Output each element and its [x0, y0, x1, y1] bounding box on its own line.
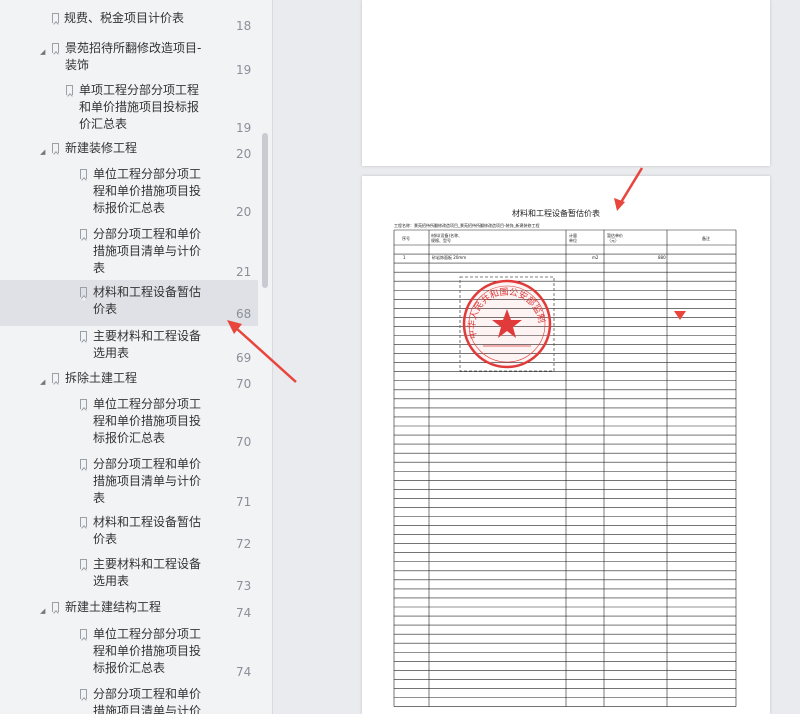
bookmark-title: 单位工程分部分项工 程和单价措施项目投 标报价汇总表 — [93, 167, 202, 215]
bookmark-item[interactable]: 主要材料和工程设备 选用表 69 — [0, 324, 258, 368]
bookmark-item[interactable]: 分部分项工程和单价 措施项目清单与计价表 71 — [0, 452, 258, 512]
bookmark-page-number: 20 — [236, 205, 252, 219]
bookmark-item[interactable]: 材料和工程设备暂估 价表 68 — [0, 280, 258, 326]
document-viewer: 材料和工程设备暂估价表 工程名称：景苑招待所翻修改造项目_景苑招待所翻修改造项目… — [273, 0, 800, 714]
bookmark-page-number: 74 — [236, 606, 252, 620]
bookmark-icon — [80, 287, 87, 297]
bookmark-item[interactable]: 单项工程分部分项工程 和单价措施项目投标报 价汇总表 19 — [0, 78, 258, 138]
bookmark-title: 单位工程分部分项工 程和单价措施项目投 标报价汇总表 — [93, 627, 202, 675]
bookmark-page-number: 20 — [236, 147, 252, 161]
collapse-icon[interactable]: ◢ — [40, 144, 45, 161]
bookmark-item[interactable]: 主要材料和工程设备 选用表 73 — [0, 552, 258, 596]
bookmark-icon — [80, 459, 87, 469]
bookmark-item[interactable]: ◢ 拆除土建工程 70 — [0, 366, 258, 392]
bookmark-page-number: 70 — [236, 435, 252, 449]
bookmark-title: 新建装修工程 — [65, 141, 138, 155]
bookmark-title: 单位工程分部分项工 程和单价措施项目投 标报价汇总表 — [93, 397, 202, 445]
bookmark-page-number: 19 — [236, 121, 252, 135]
bookmark-title: 材料和工程设备暂估 价表 — [93, 285, 202, 316]
bookmark-icon — [52, 43, 59, 53]
bookmark-title: 景苑招待所翻修改造项目- 装饰 — [65, 41, 202, 72]
bookmark-item[interactable]: ◢ 新建土建结构工程 74 — [0, 595, 258, 621]
bookmark-icon — [80, 689, 87, 699]
bookmark-title: 拆除土建工程 — [65, 371, 138, 385]
bookmark-page-number: 74 — [236, 665, 252, 679]
collapse-icon[interactable]: ◢ — [40, 603, 45, 620]
bookmark-item[interactable]: 分部分项工程和单价 措施项目清单与计价 — [0, 682, 258, 714]
bookmark-title: 材料和工程设备暂估 价表 — [93, 515, 202, 546]
bookmark-icon — [80, 559, 87, 569]
bookmark-icon — [52, 602, 59, 612]
bookmark-icon — [66, 85, 73, 95]
bookmark-icon — [80, 331, 87, 341]
bookmark-title: 单项工程分部分项工程 和单价措施项目投标报 价汇总表 — [79, 83, 200, 131]
annotation-overlay — [614, 167, 686, 320]
bookmark-page-number: 71 — [236, 495, 252, 509]
bookmark-item[interactable]: 单位工程分部分项工 程和单价措施项目投 标报价汇总表 20 — [0, 162, 258, 222]
bookmark-title: 新建土建结构工程 — [65, 600, 162, 614]
bookmark-title: 主要材料和工程设备 选用表 — [93, 329, 202, 360]
bookmark-icon — [52, 143, 59, 153]
bookmark-icon — [80, 517, 87, 527]
bookmark-title: 分部分项工程和单价 措施项目清单与计价 — [93, 687, 202, 714]
bookmark-page-number: 68 — [236, 307, 252, 321]
bookmark-item[interactable]: 分部分项工程和单价 措施项目清单与计价表 21 — [0, 222, 258, 282]
bookmark-title: 分部分项工程和单价 措施项目清单与计价表 — [93, 457, 202, 505]
collapse-icon[interactable]: ◢ — [40, 44, 45, 61]
bookmark-item[interactable]: 材料和工程设备暂估 价表 72 — [0, 510, 258, 554]
bookmark-item[interactable]: 单位工程分部分项工 程和单价措施项目投 标报价汇总表 74 — [0, 622, 258, 682]
bookmark-icon — [80, 629, 87, 639]
bookmark-item[interactable]: ◢ 新建装修工程 20 — [0, 136, 258, 162]
bookmark-sidebar: 规费、税金项目计价表 18 ◢ 景苑招待所翻修改造项目- 装饰 19 单项工程分部分项工程和… — [0, 0, 273, 714]
bookmark-icon — [80, 169, 87, 179]
sidebar-scrollbar[interactable] — [262, 133, 268, 288]
bookmark-title: 主要材料和工程设备 选用表 — [93, 557, 202, 588]
bookmark-icon — [80, 399, 87, 409]
bookmark-page-number: 72 — [236, 537, 252, 551]
bookmark-item[interactable]: ◢ 景苑招待所翻修改造项目- 装饰 19 — [0, 36, 258, 80]
bookmark-page-number: 70 — [236, 377, 252, 391]
bookmark-icon — [52, 13, 59, 23]
bookmark-page-number: 69 — [236, 351, 252, 365]
bookmark-icon — [52, 373, 59, 383]
bookmark-item[interactable]: 单位工程分部分项工 程和单价措施项目投 标报价汇总表 70 — [0, 392, 258, 452]
bookmark-icon — [80, 229, 87, 239]
bookmark-item[interactable]: 规费、税金项目计价表 18 — [0, 6, 258, 33]
bookmark-page-number: 19 — [236, 63, 252, 77]
bookmark-title: 分部分项工程和单价 措施项目清单与计价表 — [93, 227, 202, 275]
bookmark-title: 规费、税金项目计价表 — [64, 11, 185, 25]
bookmark-page-number: 73 — [236, 579, 252, 593]
bookmark-page-number: 21 — [236, 265, 252, 279]
collapse-icon[interactable]: ◢ — [40, 374, 45, 391]
bookmark-page-number: 18 — [236, 19, 252, 33]
